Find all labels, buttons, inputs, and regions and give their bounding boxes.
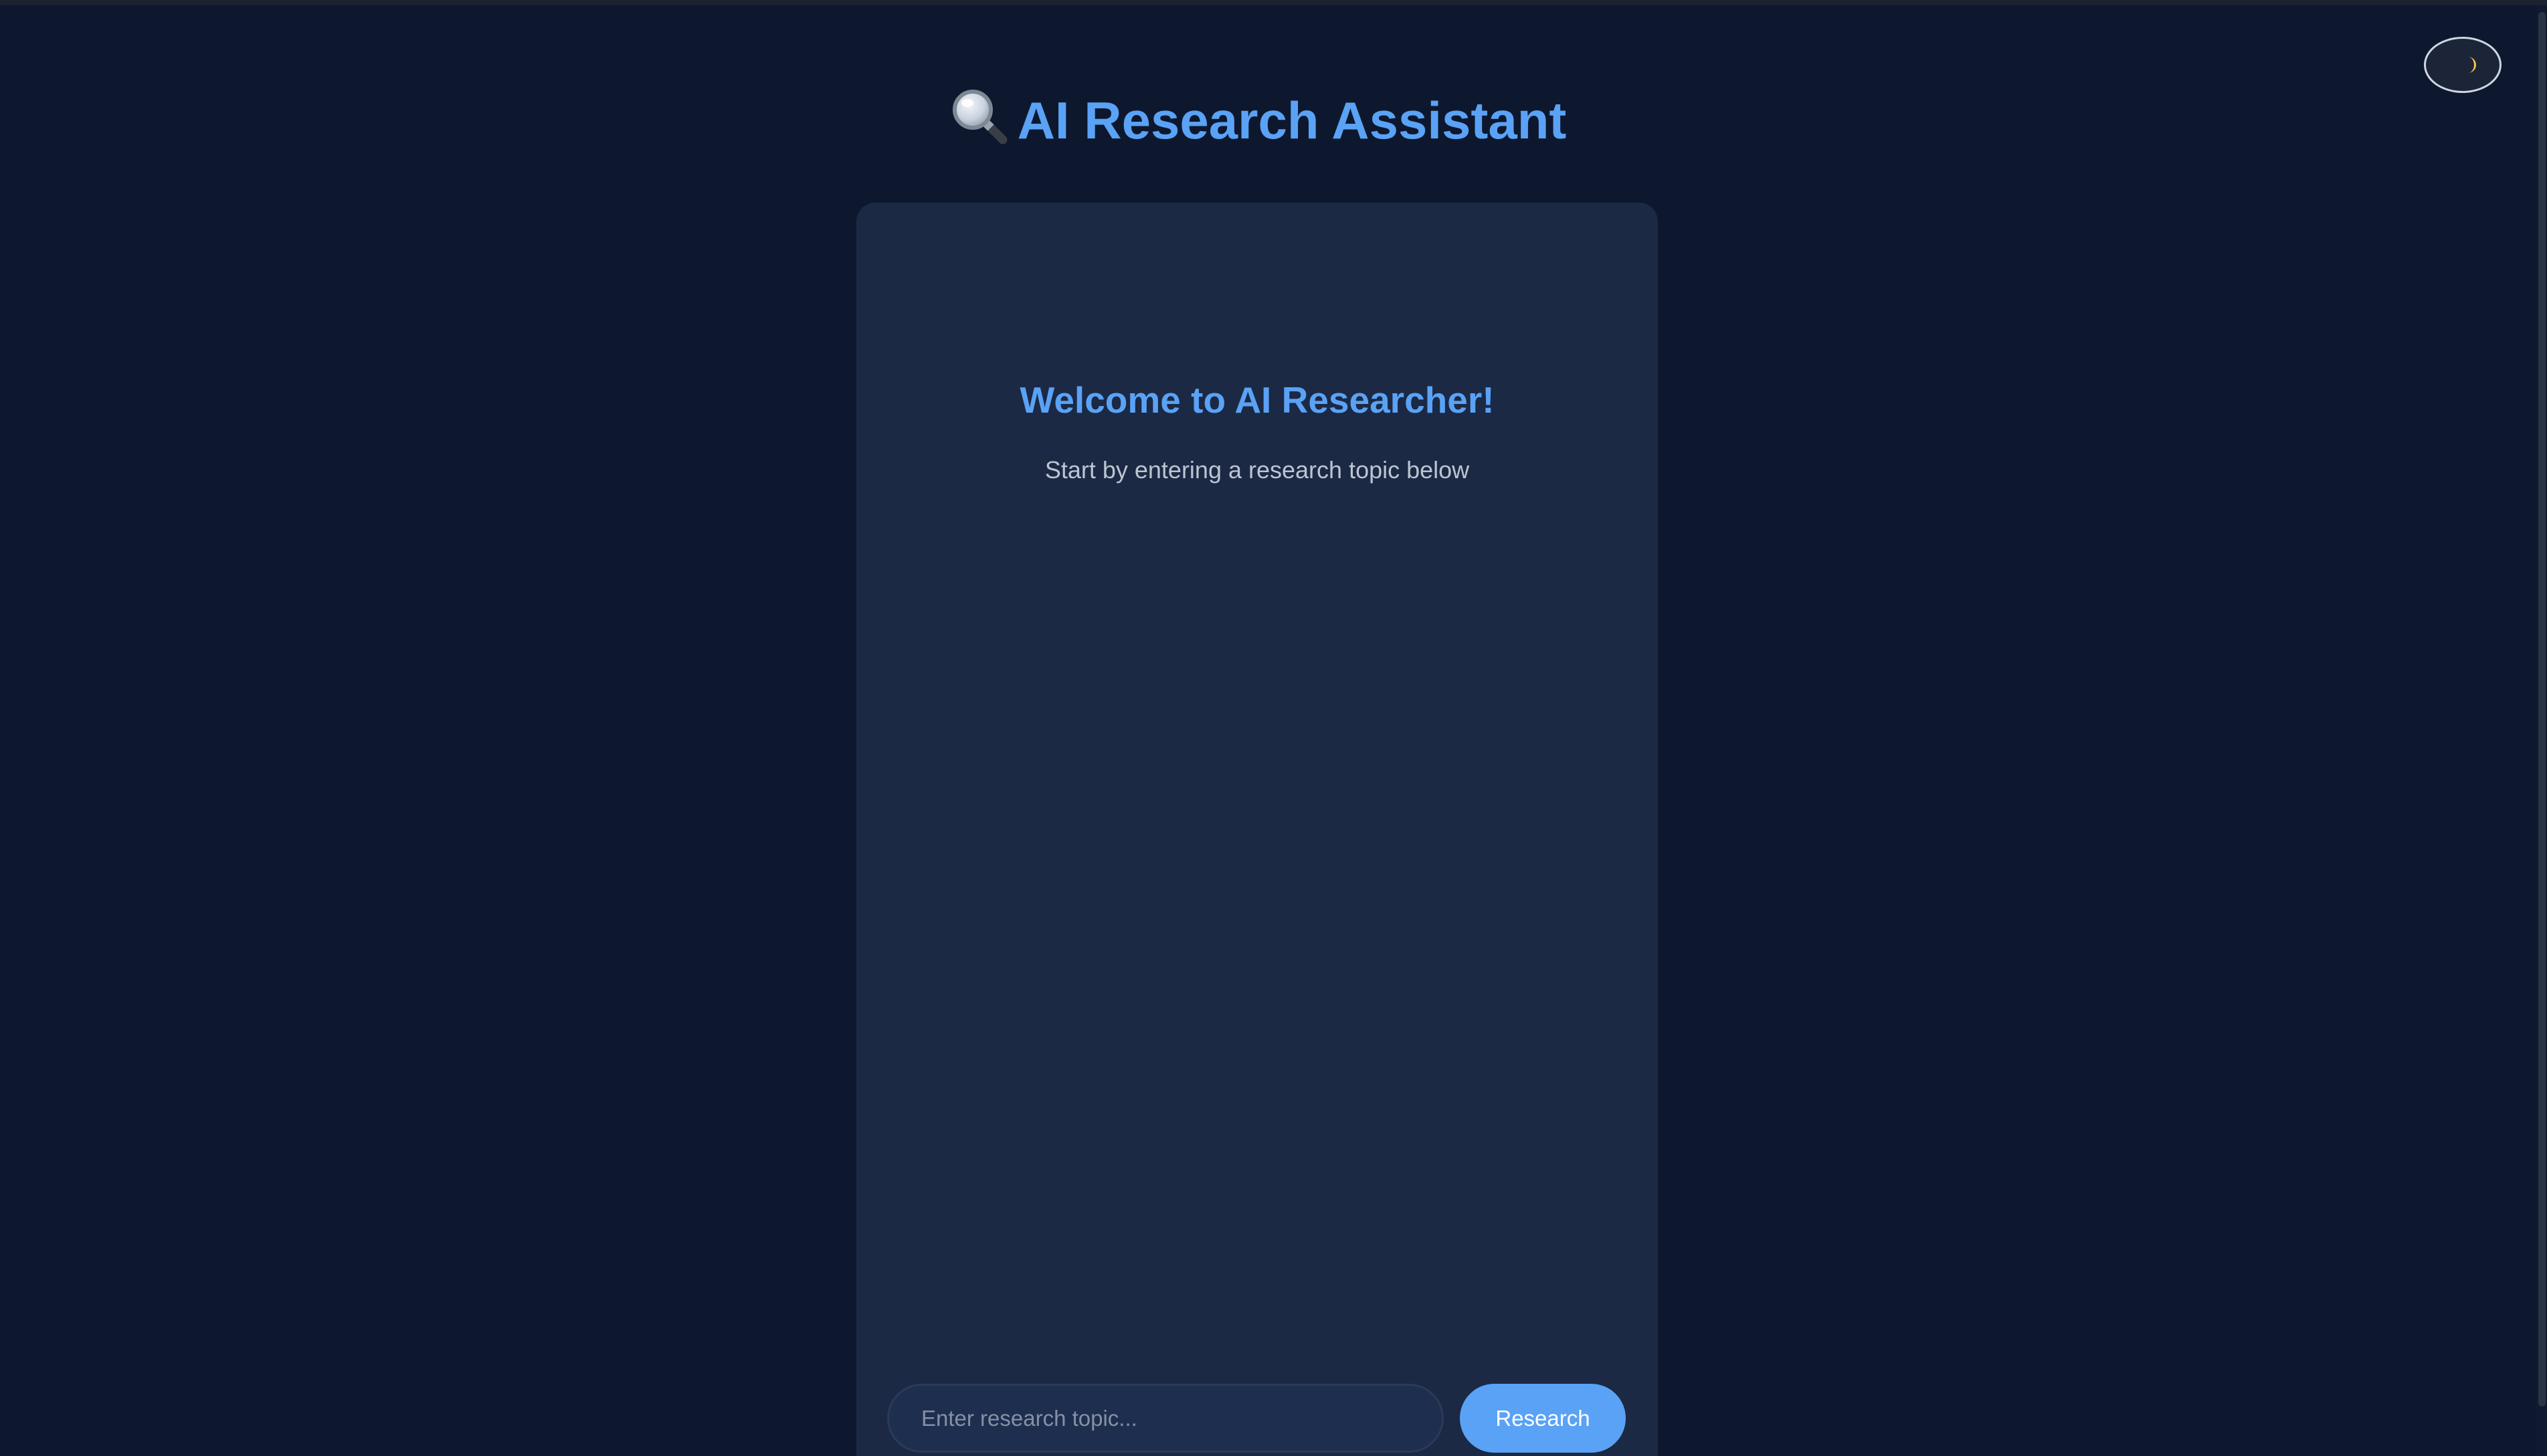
welcome-subtitle: Start by entering a research topic below (1044, 456, 1470, 484)
window-top-edge (0, 0, 2547, 5)
magnifying-glass-icon (952, 90, 1008, 144)
research-button[interactable]: Research (1460, 1384, 1626, 1453)
scrollbar[interactable] (2536, 5, 2547, 1456)
page-title: AI Research Assistant (0, 80, 2516, 161)
research-topic-input[interactable] (887, 1384, 1444, 1453)
app-title-text: AI Research Assistant (1017, 91, 1567, 150)
main-card: Welcome to AI Researcher! Start by enter… (856, 203, 1658, 1456)
scrollbar-thumb[interactable] (2538, 12, 2546, 1407)
welcome-title: Welcome to AI Researcher! (1020, 379, 1495, 421)
moon-icon (2468, 57, 2476, 73)
